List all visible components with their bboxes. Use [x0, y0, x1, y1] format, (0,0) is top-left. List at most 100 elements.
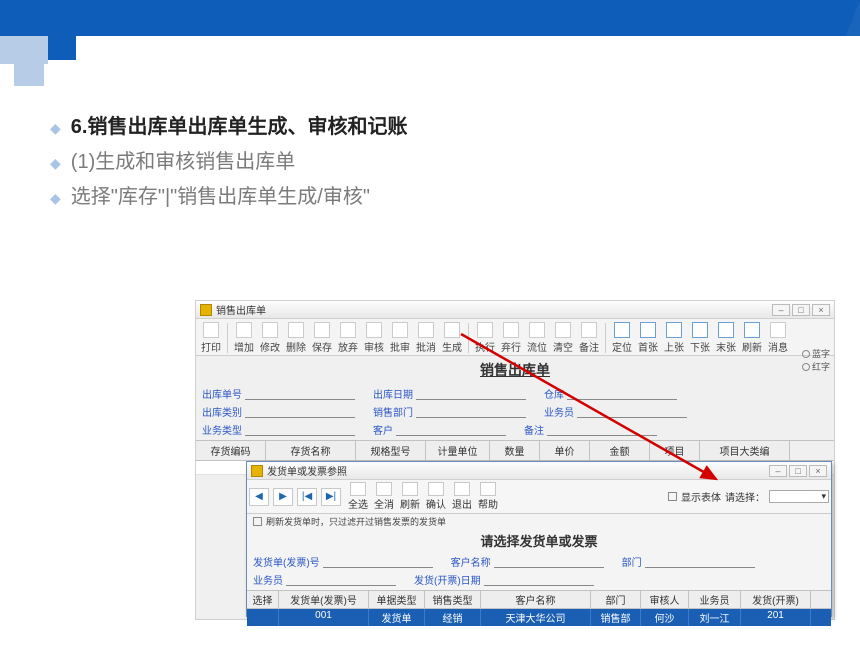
toolbar-label: 末张 — [716, 339, 736, 354]
toolbar-label: 放弃 — [338, 339, 358, 354]
select-dropdown[interactable]: ▾ — [769, 490, 829, 503]
toolbar-生成[interactable]: 生成 — [439, 321, 465, 355]
toolbar-弃行[interactable]: 弃行 — [498, 321, 524, 355]
column-header[interactable]: 存货编码 — [196, 441, 266, 460]
text-input[interactable] — [484, 574, 594, 586]
column-header[interactable]: 发货(开票) — [741, 591, 811, 608]
text-input[interactable] — [323, 556, 433, 568]
toolbar-消息[interactable]: 消息 — [765, 321, 791, 355]
toolbar-帮助[interactable]: 帮助 — [475, 482, 501, 511]
column-header[interactable]: 规格型号 — [356, 441, 426, 460]
toolbar-增加[interactable]: 增加 — [231, 321, 257, 355]
text-input[interactable] — [245, 424, 355, 436]
checkbox-filter[interactable] — [253, 517, 262, 526]
column-header[interactable]: 项目大类编 — [700, 441, 790, 460]
column-header[interactable]: 审核人 — [641, 591, 689, 608]
column-header[interactable]: 业务员 — [689, 591, 741, 608]
text-input[interactable] — [577, 406, 687, 418]
toolbar-审核[interactable]: 审核 — [361, 321, 387, 355]
toolbar-icon — [529, 322, 545, 338]
maximize-button[interactable]: □ — [789, 465, 807, 477]
radio-blue[interactable] — [802, 350, 810, 358]
close-button[interactable]: × — [812, 304, 830, 316]
toolbar-首张[interactable]: 首张 — [635, 321, 661, 355]
text-input[interactable] — [416, 388, 526, 400]
toolbar-定位[interactable]: 定位 — [609, 321, 635, 355]
color-radio-group: 蓝字 红字 — [802, 347, 830, 373]
text-input[interactable] — [645, 556, 755, 568]
close-button[interactable]: × — [809, 465, 827, 477]
window-titlebar[interactable]: 销售出库单 – □ × — [196, 301, 834, 319]
toolbar-修改[interactable]: 修改 — [257, 321, 283, 355]
column-header[interactable]: 金额 — [590, 441, 650, 460]
column-header[interactable]: 发货单(发票)号 — [279, 591, 369, 608]
radio-red[interactable] — [802, 363, 810, 371]
text-input[interactable] — [286, 574, 396, 586]
nav-first-icon[interactable]: |◀ — [297, 488, 317, 506]
field-label: 出库类别 — [202, 404, 242, 419]
toolbar-退出[interactable]: 退出 — [449, 482, 475, 511]
text-input[interactable] — [547, 424, 657, 436]
field-label: 部门 — [622, 554, 642, 569]
dialog-window: 发货单或发票参照 – □ × ◀ ▶ |◀ ▶| 全选全消刷新确认退出帮助 显示… — [246, 461, 832, 617]
toolbar-全选[interactable]: 全选 — [345, 482, 371, 511]
toolbar-icon — [392, 322, 408, 338]
field-label: 业务员 — [544, 404, 574, 419]
column-header[interactable]: 单据类型 — [369, 591, 425, 608]
minimize-button[interactable]: – — [769, 465, 787, 477]
column-header[interactable]: 计量单位 — [426, 441, 490, 460]
cell: 何沙 — [641, 609, 689, 626]
toolbar-下张[interactable]: 下张 — [687, 321, 713, 355]
column-header[interactable]: 单价 — [540, 441, 590, 460]
toolbar-icon — [418, 322, 434, 338]
checkbox-show-body[interactable] — [668, 492, 677, 501]
cell: 销售部 — [591, 609, 641, 626]
toolbar-清空[interactable]: 清空 — [550, 321, 576, 355]
text-input[interactable] — [416, 406, 526, 418]
toolbar-label: 审核 — [364, 339, 384, 354]
app-icon — [251, 465, 263, 477]
toolbar-批消[interactable]: 批消 — [413, 321, 439, 355]
column-header[interactable]: 项目 — [650, 441, 700, 460]
toolbar-上张[interactable]: 上张 — [661, 321, 687, 355]
text-input[interactable] — [245, 388, 355, 400]
toolbar-末张[interactable]: 末张 — [713, 321, 739, 355]
toolbar-批审[interactable]: 批审 — [387, 321, 413, 355]
column-header[interactable]: 存货名称 — [266, 441, 356, 460]
toolbar-保存[interactable]: 保存 — [309, 321, 335, 355]
maximize-button[interactable]: □ — [792, 304, 810, 316]
text-input[interactable] — [494, 556, 604, 568]
minimize-button[interactable]: – — [772, 304, 790, 316]
checkbox-label: 显示表体 — [681, 489, 721, 504]
toolbar-放弃[interactable]: 放弃 — [335, 321, 361, 355]
column-header[interactable]: 部门 — [591, 591, 641, 608]
table-row[interactable]: 001发货单经销天津大华公司销售部何沙刘一江201 — [247, 609, 831, 626]
toolbar-流位[interactable]: 流位 — [524, 321, 550, 355]
toolbar-刷新[interactable]: 刷新 — [397, 482, 423, 511]
toolbar-label: 修改 — [260, 339, 280, 354]
column-header[interactable]: 客户名称 — [481, 591, 591, 608]
toolbar-全消[interactable]: 全消 — [371, 482, 397, 511]
toolbar-确认[interactable]: 确认 — [423, 482, 449, 511]
field-label: 销售部门 — [373, 404, 413, 419]
toolbar-label: 执行 — [475, 339, 495, 354]
window-titlebar[interactable]: 发货单或发票参照 – □ × — [247, 462, 831, 480]
nav-next-icon[interactable]: ▶ — [273, 488, 293, 506]
toolbar-label: 弃行 — [501, 339, 521, 354]
text-input[interactable] — [567, 388, 677, 400]
toolbar-icon — [480, 482, 496, 496]
column-header[interactable]: 数量 — [490, 441, 540, 460]
toolbar-icon — [581, 322, 597, 338]
toolbar-刷新[interactable]: 刷新 — [739, 321, 765, 355]
toolbar-备注[interactable]: 备注 — [576, 321, 602, 355]
toolbar-打印[interactable]: 打印 — [198, 321, 224, 355]
column-header[interactable]: 销售类型 — [425, 591, 481, 608]
nav-prev-icon[interactable]: ◀ — [249, 488, 269, 506]
text-input[interactable] — [396, 424, 506, 436]
text-input[interactable] — [245, 406, 355, 418]
toolbar-删除[interactable]: 删除 — [283, 321, 309, 355]
toolbar-label: 打印 — [201, 339, 221, 354]
column-header[interactable]: 选择 — [247, 591, 279, 608]
toolbar-执行[interactable]: 执行 — [472, 321, 498, 355]
nav-last-icon[interactable]: ▶| — [321, 488, 341, 506]
